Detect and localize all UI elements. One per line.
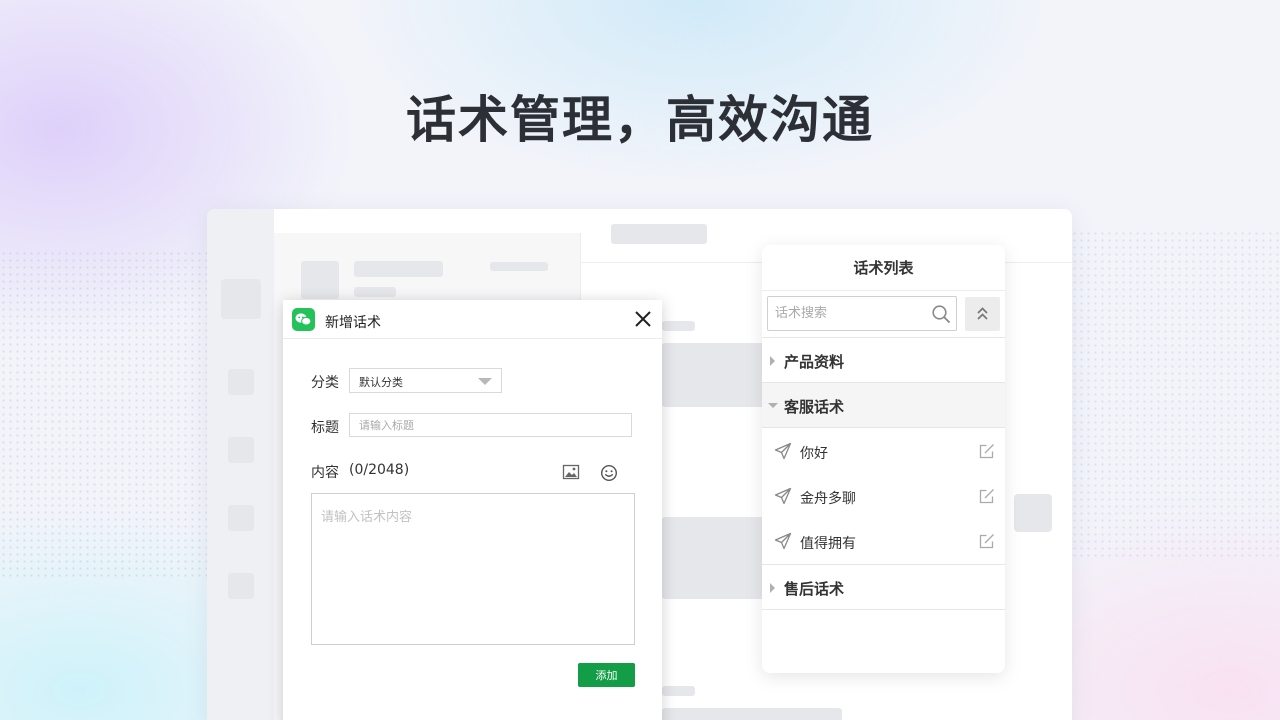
list-item-label: 值得拥有: [800, 536, 856, 552]
script-list-panel: 话术列表 产品资料 客服话术 你好: [762, 245, 1005, 673]
contact-avatar-placeholder: [301, 261, 339, 299]
category-label: 产品资料: [784, 353, 845, 371]
message-bubble-placeholder: [662, 343, 772, 407]
list-item[interactable]: 金舟多聊: [762, 474, 1005, 519]
sidebar-icon-placeholder: [228, 505, 254, 531]
add-button[interactable]: 添加: [578, 663, 635, 687]
contact-message-placeholder: [354, 287, 396, 297]
divider: [762, 609, 1005, 610]
category-product-info[interactable]: 产品资料: [762, 337, 1005, 383]
list-item[interactable]: 你好: [762, 429, 1005, 474]
contact-time-placeholder: [490, 262, 548, 271]
chat-title-placeholder: [611, 224, 707, 244]
search-input[interactable]: [768, 297, 928, 330]
add-script-dialog: 新增话术 分类 默认分类 标题 内容 (0/2048) 添加: [283, 300, 662, 720]
category-customer-service[interactable]: 客服话术: [762, 382, 1005, 428]
dialog-title: 新增话术: [325, 315, 381, 331]
hero-title: 话术管理，高效沟通: [406, 91, 874, 149]
sidebar-icon-placeholder: [228, 573, 254, 599]
message-time-placeholder: [662, 321, 695, 331]
category-select[interactable]: 默认分类: [349, 368, 502, 393]
send-icon[interactable]: [774, 442, 792, 460]
emoji-icon[interactable]: [600, 464, 618, 482]
category-label: 分类: [311, 375, 339, 391]
edit-icon[interactable]: [979, 533, 995, 549]
search-box: [767, 296, 957, 331]
edit-icon[interactable]: [979, 488, 995, 504]
category-after-sales[interactable]: 售后话术: [762, 564, 1005, 610]
contact-name-placeholder: [354, 261, 443, 277]
message-bubble-placeholder: [662, 708, 842, 720]
send-icon[interactable]: [774, 487, 792, 505]
caret-right-icon: [770, 356, 775, 366]
category-label: 客服话术: [784, 398, 845, 416]
list-item-label: 你好: [800, 446, 828, 462]
double-chevron-up-icon[interactable]: [965, 297, 1000, 331]
message-bubble-placeholder: [662, 517, 772, 599]
list-item-label: 金舟多聊: [800, 491, 856, 507]
panel-title: 话术列表: [762, 245, 1005, 291]
caret-down-icon: [478, 378, 492, 385]
search-icon[interactable]: [931, 304, 951, 324]
sidebar-icon-placeholder: [228, 369, 254, 395]
dialog-header: 新增话术: [283, 300, 662, 339]
send-icon[interactable]: [774, 532, 792, 550]
image-icon[interactable]: [562, 463, 580, 481]
title-label: 标题: [311, 420, 339, 436]
conversation-list-header: [274, 209, 581, 233]
category-select-value: 默认分类: [359, 376, 403, 389]
title-input[interactable]: [349, 413, 632, 437]
content-char-count: (0/2048): [349, 462, 410, 478]
sidebar-icon-placeholder: [228, 437, 254, 463]
caret-right-icon: [770, 583, 775, 593]
content-textarea[interactable]: [311, 493, 635, 645]
self-avatar-placeholder: [1014, 494, 1052, 532]
edit-icon[interactable]: [979, 443, 995, 459]
caret-down-icon: [768, 403, 778, 408]
list-item[interactable]: 值得拥有: [762, 519, 1005, 564]
close-icon[interactable]: [632, 308, 654, 330]
sidebar-avatar-placeholder: [221, 279, 261, 319]
content-label: 内容: [311, 465, 339, 481]
category-label: 售后话术: [784, 580, 845, 598]
message-time-placeholder: [662, 686, 695, 696]
app-logo-icon: [292, 308, 315, 331]
